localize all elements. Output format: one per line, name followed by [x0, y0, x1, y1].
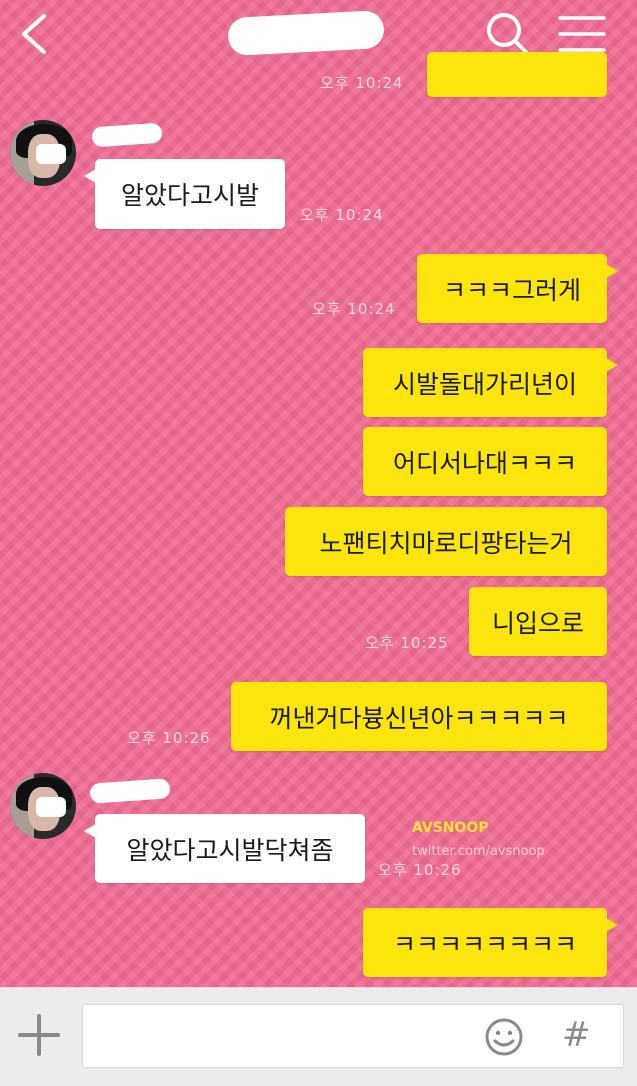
avatar[interactable] — [10, 773, 76, 839]
chevron-left-icon[interactable] — [16, 12, 52, 56]
my-message-bubble[interactable]: 어디서나대ㅋㅋㅋ — [363, 427, 607, 496]
my-message-bubble[interactable]: 노팬티치마로디팡타는거 — [285, 507, 607, 576]
my-message-bubble[interactable]: ㅋㅋㅋ그러게 — [417, 254, 618, 323]
message-time: 오후 10:24 — [300, 206, 384, 224]
my-message-bubble[interactable]: 니입으로 — [469, 587, 607, 656]
message-time: 오후 10:26 — [378, 861, 462, 879]
my-message-bubble[interactable] — [427, 52, 607, 97]
my-message-bubble[interactable]: 시발돌대가리년이 — [363, 348, 618, 417]
chat-title-redacted — [227, 9, 385, 57]
smiley-icon[interactable] — [484, 1017, 524, 1057]
message-time: 오후 10:24 — [312, 300, 396, 318]
message-time: 오후 10:25 — [365, 634, 449, 652]
search-icon[interactable] — [484, 10, 532, 58]
watermark-handle: twitter.com/avsnoop — [412, 844, 545, 859]
input-bar — [0, 987, 637, 1086]
watermark: AVSNOOP twitter.com/avsnoop — [412, 820, 545, 859]
message-input[interactable] — [95, 1021, 479, 1053]
plus-icon[interactable] — [18, 1014, 60, 1056]
their-message-bubble[interactable]: 알았다고시발 — [84, 159, 285, 229]
hamburger-menu-icon[interactable] — [558, 14, 606, 54]
watermark-brand: AVSNOOP — [412, 820, 489, 836]
sender-name-redacted — [89, 778, 171, 804]
message-time: 오후 10:24 — [320, 74, 404, 92]
my-message-bubble[interactable]: 꺼낸거다븅신년아ㅋㅋㅋㅋㅋ — [231, 682, 607, 751]
message-time: 오후 10:26 — [127, 729, 211, 747]
my-message-bubble[interactable]: ㅋㅋㅋㅋㅋㅋㅋㅋ — [363, 908, 618, 977]
hashtag-icon[interactable]: # — [562, 1015, 592, 1059]
sender-name-redacted — [91, 122, 163, 148]
avatar[interactable] — [10, 120, 76, 186]
message-input-box[interactable] — [82, 1004, 624, 1068]
their-message-bubble[interactable]: 알았다고시발닥쳐좀 — [84, 814, 365, 883]
